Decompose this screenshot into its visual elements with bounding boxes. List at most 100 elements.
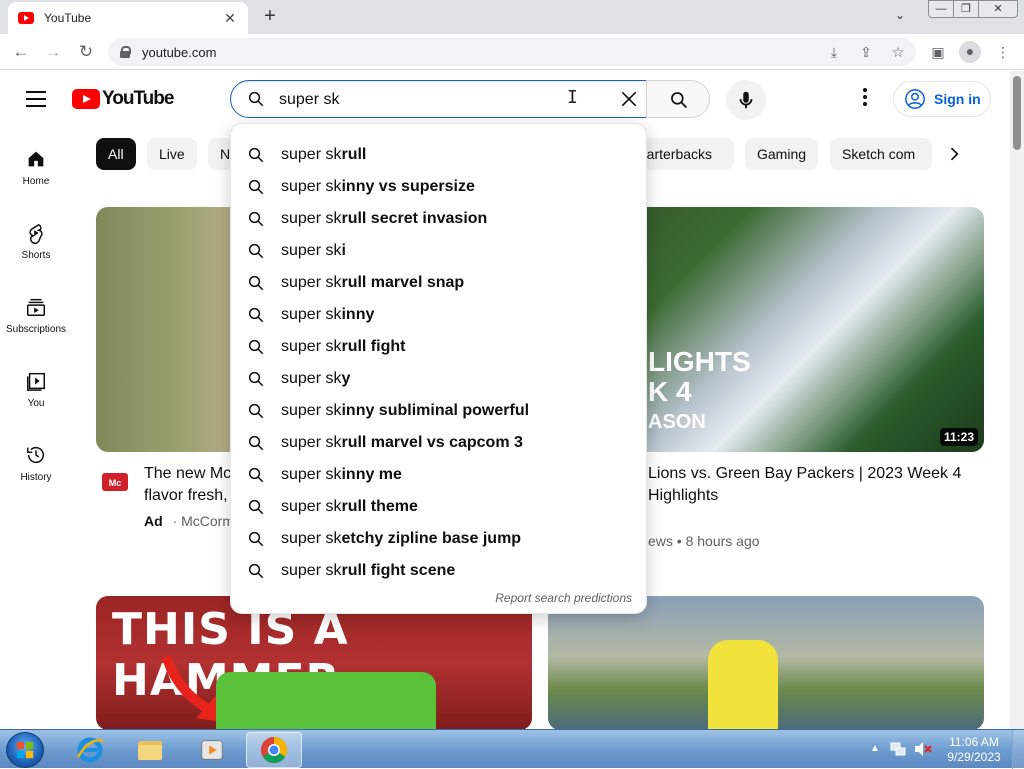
sign-in-button[interactable]: Sign in bbox=[893, 81, 991, 117]
browser-tabstrip: YouTube ✕ + ⌄ — ❐ ✕ bbox=[0, 0, 1024, 34]
browser-menu-icon[interactable]: ⋮ bbox=[993, 42, 1013, 62]
green-object bbox=[216, 672, 436, 730]
sidebar-item-subscriptions[interactable]: Subscriptions bbox=[0, 296, 72, 364]
suggestion-text: super skinny me bbox=[281, 466, 402, 483]
mccormick-logo-icon[interactable]: Mc bbox=[100, 470, 130, 494]
video-meta-lions-packers: ews • 8 hours ago bbox=[648, 533, 760, 549]
search-icon bbox=[248, 371, 264, 387]
chip-sketch-comedy[interactable]: Sketch com bbox=[830, 138, 932, 170]
volume-muted-icon[interactable] bbox=[914, 741, 932, 757]
new-tab-button[interactable]: + bbox=[260, 6, 280, 26]
search-suggestion-item[interactable]: super skrull fight scene bbox=[231, 555, 646, 587]
forward-arrow-icon[interactable]: → bbox=[42, 41, 64, 63]
search-icon bbox=[248, 403, 264, 419]
search-suggestion-item[interactable]: super ski bbox=[231, 235, 646, 267]
search-suggestion-item[interactable]: super skrull marvel vs capcom 3 bbox=[231, 427, 646, 459]
search-suggestion-item[interactable]: super skinny bbox=[231, 299, 646, 331]
windows-taskbar: ▲ 11:06 AM 9/29/2023 bbox=[0, 729, 1024, 769]
search-icon bbox=[248, 339, 264, 355]
library-icon bbox=[27, 372, 45, 391]
tab-close-icon[interactable]: ✕ bbox=[222, 10, 238, 27]
search-box[interactable]: I bbox=[230, 80, 647, 118]
profile-avatar-icon[interactable]: ● bbox=[959, 41, 981, 63]
chip-gaming[interactable]: Gaming bbox=[745, 138, 819, 170]
sidebar-item-shorts[interactable]: Shorts bbox=[0, 222, 72, 290]
search-suggestion-item[interactable]: super skrull bbox=[231, 139, 646, 171]
taskbar-internet-explorer[interactable] bbox=[62, 732, 118, 768]
youtube-logo[interactable]: YouTube bbox=[72, 88, 174, 110]
window-close-button[interactable]: ✕ bbox=[978, 0, 1018, 18]
search-suggestion-item[interactable]: super skinny me bbox=[231, 459, 646, 491]
lock-icon[interactable] bbox=[120, 46, 131, 58]
install-app-icon[interactable]: ⤓ bbox=[824, 42, 844, 62]
search-button[interactable] bbox=[646, 80, 710, 118]
video-thumbnail-group[interactable] bbox=[548, 596, 984, 730]
browser-tab-youtube[interactable]: YouTube ✕ bbox=[8, 2, 248, 34]
voice-search-button[interactable] bbox=[726, 80, 766, 120]
suggestion-text: super skinny subliminal powerful bbox=[281, 402, 530, 419]
chevron-right-icon[interactable] bbox=[944, 144, 964, 164]
back-arrow-icon[interactable]: ← bbox=[10, 41, 32, 63]
taskbar-file-explorer[interactable] bbox=[122, 732, 178, 768]
clock-time: 11:06 AM bbox=[949, 735, 999, 749]
reload-icon[interactable]: ↻ bbox=[75, 41, 97, 63]
search-suggestion-item[interactable]: super skinny subliminal powerful bbox=[231, 395, 646, 427]
subscriptions-icon bbox=[27, 298, 45, 316]
bookmark-star-icon[interactable]: ☆ bbox=[888, 42, 908, 62]
url-text[interactable]: youtube.com bbox=[142, 45, 216, 60]
side-panel-icon[interactable]: ▣ bbox=[928, 42, 948, 62]
chip-live[interactable]: Live bbox=[147, 138, 197, 170]
tab-search-chevron-icon[interactable]: ⌄ bbox=[895, 8, 905, 22]
sidebar-label-you: You bbox=[27, 398, 45, 409]
address-bar[interactable]: youtube.com bbox=[108, 38, 916, 66]
taskbar-media-player[interactable] bbox=[184, 732, 240, 768]
search-icon bbox=[248, 243, 264, 259]
settings-more-icon[interactable] bbox=[855, 88, 875, 110]
report-search-predictions-link[interactable]: Report search predictions bbox=[495, 591, 632, 605]
suggestion-text: super sketchy zipline base jump bbox=[281, 530, 522, 547]
network-icon[interactable] bbox=[890, 741, 906, 757]
video-thumbnail-hammer[interactable]: THIS IS A HAMMER bbox=[96, 596, 532, 730]
search-suggestion-item[interactable]: super skrull theme bbox=[231, 491, 646, 523]
page-scrollbar[interactable] bbox=[1010, 71, 1024, 729]
search-suggestion-item[interactable]: super skinny vs supersize bbox=[231, 171, 646, 203]
youtube-header: YouTube I Sign in bbox=[0, 71, 1010, 127]
search-suggestion-item[interactable]: super skrull fight bbox=[231, 331, 646, 363]
start-button-windows-icon[interactable] bbox=[6, 732, 44, 768]
share-icon[interactable]: ⇪ bbox=[856, 42, 876, 62]
sidebar-item-history[interactable]: History bbox=[0, 444, 72, 512]
system-clock[interactable]: 11:06 AM 9/29/2023 bbox=[945, 735, 1003, 765]
youtube-play-logo-icon bbox=[72, 89, 100, 109]
search-suggestion-item[interactable]: super skrull marvel snap bbox=[231, 267, 646, 299]
clear-search-icon[interactable] bbox=[619, 89, 639, 109]
sidebar-item-you[interactable]: You bbox=[0, 370, 72, 438]
suggestion-text: super skrull fight scene bbox=[281, 562, 456, 579]
search-suggestion-item[interactable]: super sky bbox=[231, 363, 646, 395]
ad-channel: McCormi bbox=[181, 513, 238, 529]
youtube-favicon-icon bbox=[18, 12, 34, 24]
ad-meta: Ad · McCormi bbox=[144, 513, 238, 529]
search-suggestion-item[interactable]: super skrull secret invasion bbox=[231, 203, 646, 235]
history-icon bbox=[27, 447, 45, 464]
search-suggestion-item[interactable]: super sketchy zipline base jump bbox=[231, 523, 646, 555]
search-icon bbox=[248, 499, 264, 515]
youtube-logo-text: YouTube bbox=[102, 88, 174, 109]
scrollbar-thumb[interactable] bbox=[1013, 76, 1021, 150]
suggestion-text: super skrull secret invasion bbox=[281, 210, 488, 227]
video-title-lions-packers[interactable]: Lions vs. Green Bay Packers | 2023 Week … bbox=[648, 463, 988, 507]
show-desktop-button[interactable] bbox=[1012, 730, 1024, 769]
chip-all[interactable]: All bbox=[96, 138, 136, 170]
show-hidden-icons-chevron-icon[interactable]: ▲ bbox=[870, 743, 880, 754]
sidebar-item-home[interactable]: Home bbox=[0, 148, 72, 216]
chrome-icon bbox=[260, 736, 288, 764]
thumbnail-overlay-text: LIGHTS K 4 ASON bbox=[648, 346, 751, 434]
search-input[interactable] bbox=[279, 89, 599, 111]
taskbar-chrome[interactable] bbox=[246, 732, 302, 768]
ad-video-title[interactable]: The new Mc flavor fresh, bbox=[144, 463, 230, 507]
window-minimize-button[interactable]: — bbox=[928, 0, 954, 18]
search-icon bbox=[248, 275, 264, 291]
browser-toolbar: ← → ↻ youtube.com ⤓ ⇪ ☆ ▣ ● ⋮ bbox=[0, 34, 1024, 70]
menu-hamburger-icon[interactable] bbox=[26, 91, 46, 107]
search-icon bbox=[248, 179, 264, 195]
window-restore-button[interactable]: ❐ bbox=[953, 0, 979, 18]
